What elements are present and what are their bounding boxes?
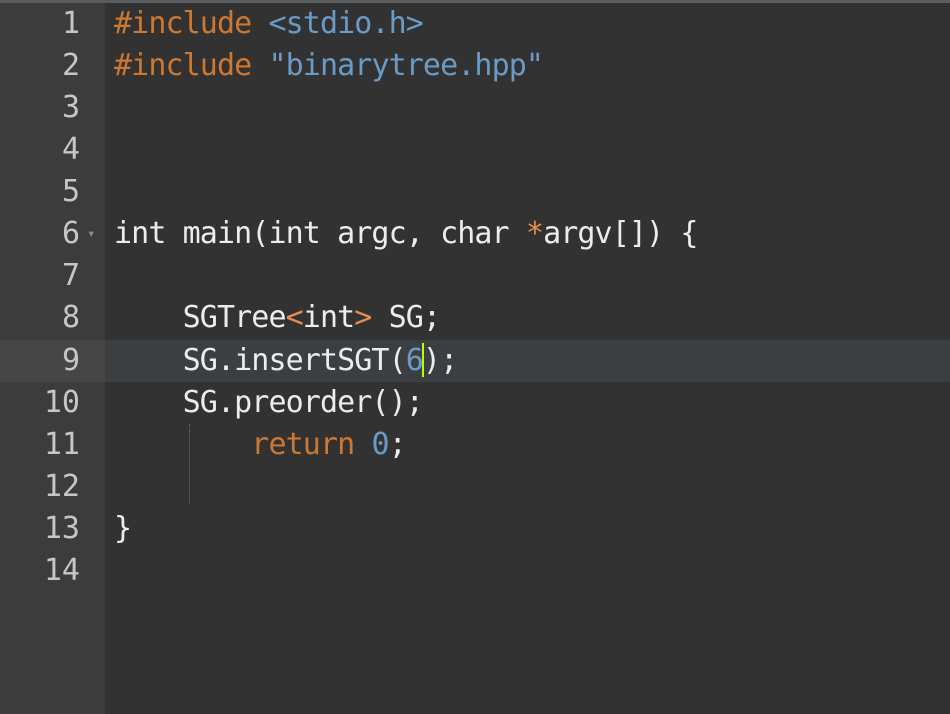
code-token: int <box>302 300 355 335</box>
line-number: 5 <box>61 174 80 209</box>
code-token: SG; <box>371 300 441 335</box>
code-text[interactable]: } <box>114 508 132 550</box>
line-number: 9 <box>61 343 80 378</box>
code-text[interactable]: #include "binarytree.hpp" <box>114 45 544 87</box>
text-cursor <box>421 342 424 377</box>
code-text[interactable]: SG.preorder(); <box>114 382 424 424</box>
code-token: < <box>285 300 304 335</box>
code-line[interactable]: 9 SG.insertSGT(6); <box>0 340 950 382</box>
code-line[interactable]: 11 return 0; <box>0 424 950 466</box>
code-token: #include <box>114 48 269 83</box>
line-number: 1 <box>61 6 80 41</box>
code-token: <stdio.h> <box>268 6 423 41</box>
code-token: return <box>251 427 355 462</box>
code-token: SG.preorder(); <box>114 385 424 420</box>
line-number: 12 <box>43 469 80 504</box>
code-token: #include <box>114 6 269 41</box>
code-line[interactable]: 14 <box>0 550 950 592</box>
code-text[interactable]: SGTree<int> SG; <box>114 297 441 339</box>
code-token: argv[]) { <box>543 216 698 251</box>
code-text[interactable]: int main(int argc, char *argv[]) { <box>114 213 698 255</box>
code-token: int main(int argc, char <box>114 216 526 251</box>
code-token: * <box>525 216 544 251</box>
code-line[interactable]: 10 SG.preorder(); <box>0 382 950 424</box>
code-token: SG.insertSGT( <box>114 343 407 378</box>
code-token: ; <box>388 427 407 462</box>
line-number: 4 <box>61 132 80 167</box>
fold-toggle-icon[interactable]: ▾ <box>87 213 95 255</box>
code-line[interactable]: 3 <box>0 87 950 129</box>
code-text[interactable]: return 0; <box>114 424 406 466</box>
line-number: 2 <box>61 48 80 83</box>
line-number: 11 <box>43 427 80 462</box>
code-text[interactable]: SG.insertSGT(6); <box>114 340 458 382</box>
code-token: 6 <box>405 343 424 378</box>
code-line[interactable]: 5 <box>0 171 950 213</box>
code-line[interactable]: 13} <box>0 508 950 550</box>
code-line[interactable]: 4 <box>0 129 950 171</box>
line-number: 14 <box>43 553 80 588</box>
code-line[interactable]: 12 <box>0 466 950 508</box>
line-number: 13 <box>43 511 80 546</box>
code-editor[interactable]: 1 #include <stdio.h> 2 #include "binarytree… <box>0 0 950 714</box>
code-token: } <box>114 511 132 546</box>
code-line[interactable]: 6 ▾ int main(int argc, char *argv[]) { <box>0 213 950 255</box>
code-line[interactable]: 7 <box>0 255 950 297</box>
code-token: 0 <box>371 427 389 462</box>
code-token: > <box>354 300 372 335</box>
code-token: "binarytree.hpp" <box>268 48 544 83</box>
code-line[interactable]: 1 #include <stdio.h> <box>0 3 950 45</box>
code-text[interactable]: #include <stdio.h> <box>114 3 424 45</box>
line-number: 3 <box>61 90 80 125</box>
code-line[interactable]: 2 #include "binarytree.hpp" <box>0 45 950 87</box>
line-number: 8 <box>61 300 80 335</box>
line-number: 10 <box>43 385 80 420</box>
code-token: ); <box>422 343 458 378</box>
line-number: 7 <box>61 258 80 293</box>
code-line[interactable]: 8 SGTree<int> SG; <box>0 297 950 339</box>
code-token: SGTree <box>114 300 287 335</box>
line-number: 6 <box>61 216 80 251</box>
